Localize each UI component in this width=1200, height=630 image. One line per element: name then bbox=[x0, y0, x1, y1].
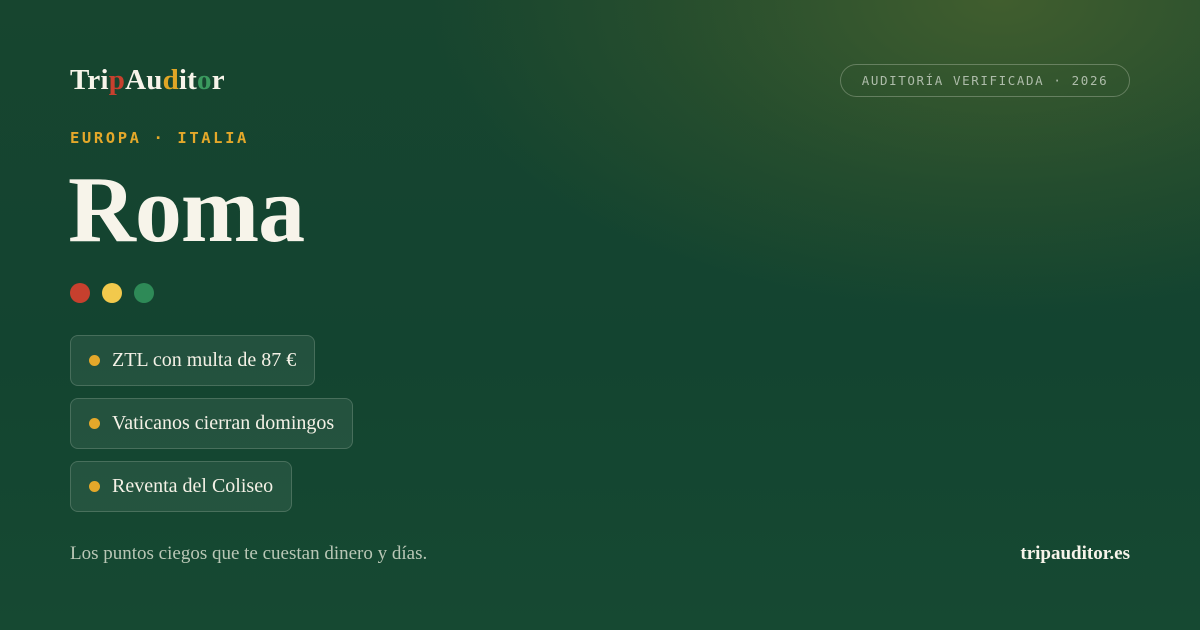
highlight-item: ZTL con multa de 87 € bbox=[70, 335, 316, 386]
highlight-text: Reventa del Coliseo bbox=[112, 475, 274, 497]
flag-dot-yellow bbox=[102, 283, 122, 303]
logo-part: d bbox=[162, 64, 179, 96]
flag-dots bbox=[70, 283, 154, 303]
logo-part: it bbox=[178, 64, 198, 96]
highlight-text: ZTL con multa de 87 € bbox=[112, 349, 297, 371]
logo-part: Au bbox=[125, 64, 163, 96]
bullet-dot-icon bbox=[89, 418, 100, 429]
region-label: EUROPA · ITALIA bbox=[70, 129, 249, 147]
tagline: Los puntos ciegos que te cuestan dinero … bbox=[70, 543, 428, 564]
verified-audit-badge: AUDITORÍA VERIFICADA · 2026 bbox=[840, 64, 1130, 97]
flag-dot-red bbox=[70, 283, 90, 303]
city-title: Roma bbox=[68, 158, 305, 262]
highlight-text: Vaticanos cierran domingos bbox=[112, 412, 335, 434]
flag-dot-green bbox=[134, 283, 154, 303]
logo-part: p bbox=[108, 64, 126, 96]
bullet-dot-icon bbox=[89, 355, 100, 366]
brand-logo: TripAuditor bbox=[70, 64, 225, 97]
logo-part: Tri bbox=[70, 64, 109, 96]
logo-part: r bbox=[211, 64, 225, 96]
bullet-dot-icon bbox=[89, 481, 100, 492]
highlights-list: ZTL con multa de 87 € Vaticanos cierran … bbox=[70, 335, 354, 524]
highlight-item: Reventa del Coliseo bbox=[70, 461, 293, 512]
site-url: tripauditor.es bbox=[1020, 543, 1130, 564]
highlight-item: Vaticanos cierran domingos bbox=[70, 398, 354, 449]
logo-part: o bbox=[197, 64, 212, 96]
